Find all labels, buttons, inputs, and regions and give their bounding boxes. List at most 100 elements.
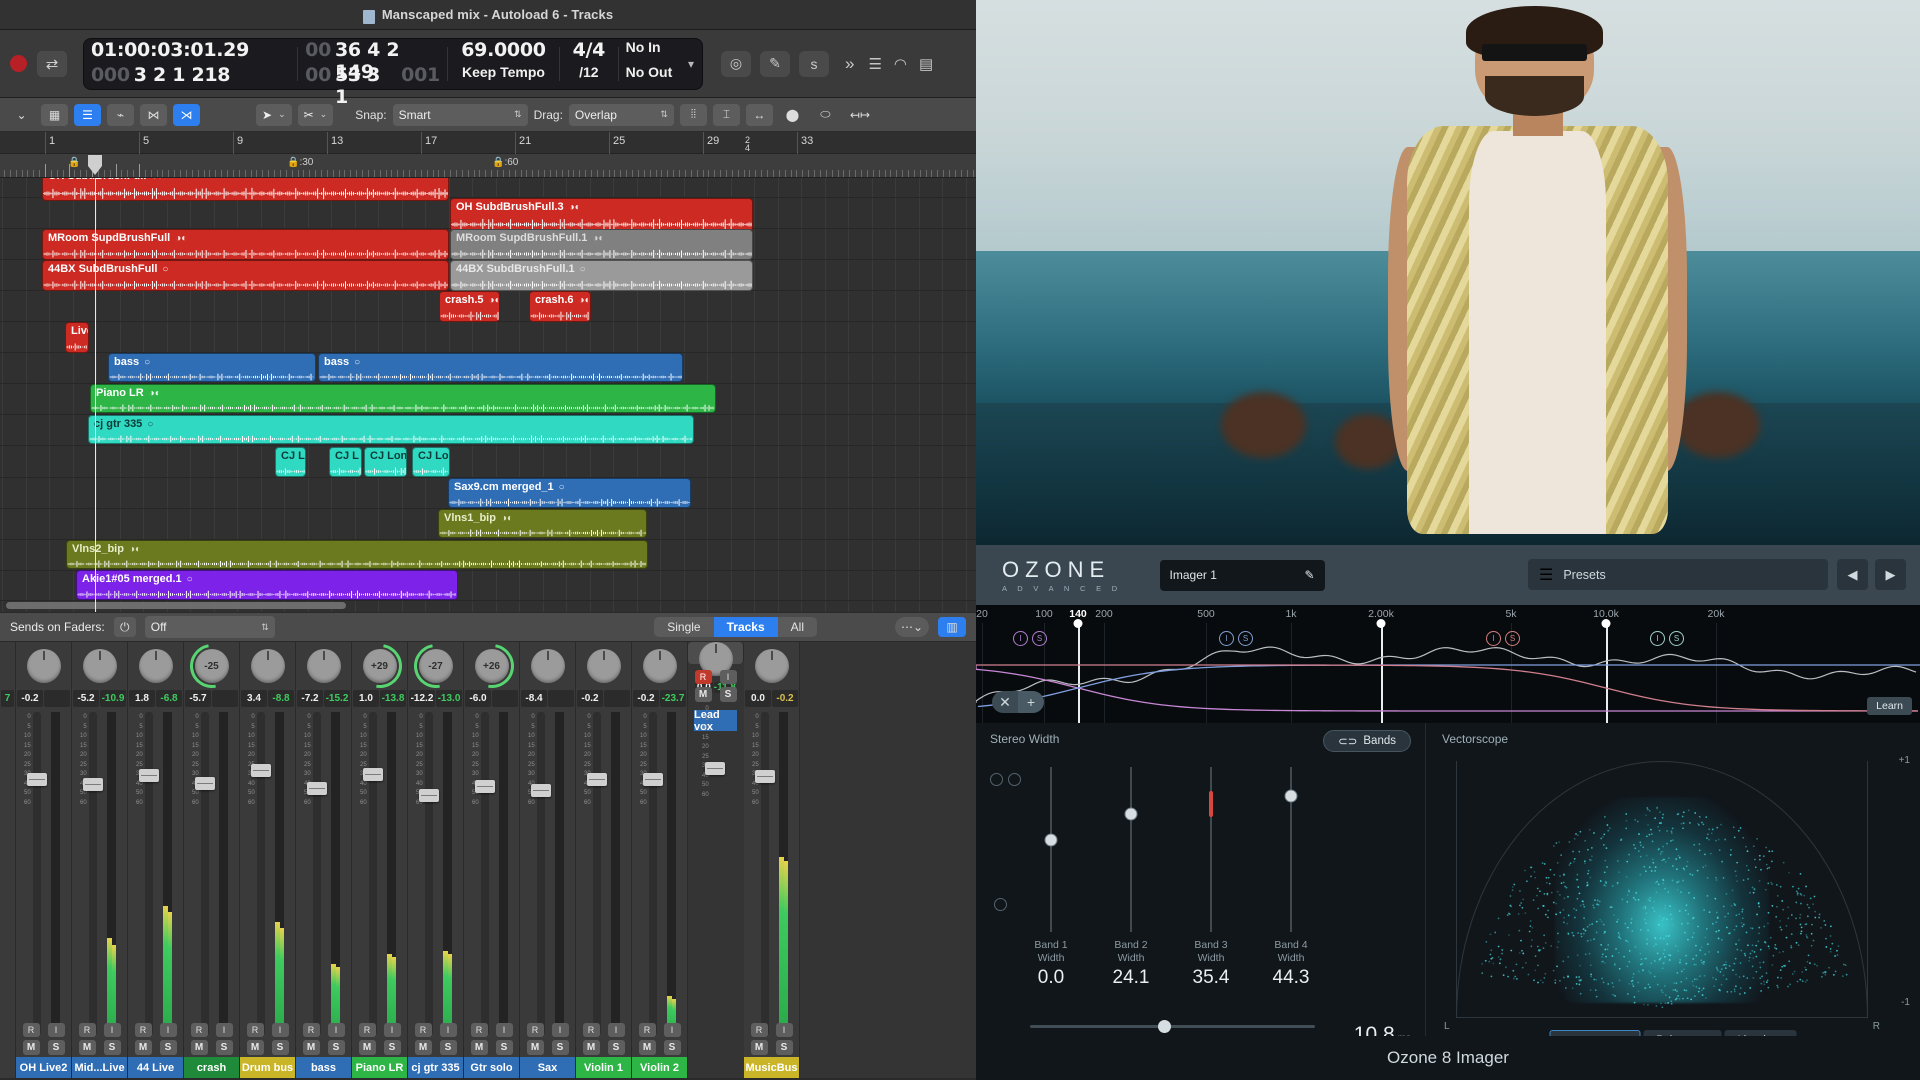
input-monitor-button[interactable]: I bbox=[103, 1022, 121, 1037]
filter-segment-tracks[interactable]: Tracks bbox=[713, 617, 778, 637]
loop-icon[interactable]: ◠ bbox=[894, 55, 907, 73]
filter-segment-all[interactable]: All bbox=[778, 617, 817, 637]
track-name[interactable]: Gtr solo bbox=[464, 1057, 519, 1078]
track-name[interactable]: Drum bus bbox=[240, 1057, 295, 1078]
pan-knob-wrap[interactable] bbox=[632, 642, 687, 690]
fader-handle[interactable] bbox=[195, 777, 215, 790]
track-name[interactable]: Piano LR bbox=[352, 1057, 407, 1078]
vectorscope-display[interactable]: L R bbox=[1444, 761, 1880, 1032]
mute-button[interactable]: M bbox=[470, 1040, 488, 1055]
band-slider-handle[interactable] bbox=[1044, 833, 1058, 847]
record-enable-button[interactable]: R bbox=[582, 1022, 600, 1037]
channel-strip[interactable]: 3.4-8.8051015202530405060RIMSDrum bus bbox=[240, 642, 296, 1078]
fader-track[interactable] bbox=[481, 712, 489, 1035]
strip-volume[interactable]: 3.4 bbox=[241, 690, 267, 707]
time-marker[interactable]: 🔒:30 bbox=[287, 157, 313, 168]
input-monitor-button[interactable]: I bbox=[775, 1022, 793, 1037]
region[interactable]: crash.5 ◑◐ bbox=[439, 291, 500, 322]
channel-strip[interactable]: 0.0-11.8051015202530405060RIMSLead vox bbox=[688, 642, 744, 798]
solo-button[interactable]: S bbox=[495, 1040, 513, 1055]
fader-zone[interactable]: 051015202530405060RIMS bbox=[184, 707, 239, 1057]
region[interactable]: bass ○ bbox=[108, 353, 316, 382]
filter-segment-single[interactable]: Single bbox=[654, 617, 713, 637]
region[interactable]: crash.6 ◑◐ bbox=[529, 291, 591, 322]
region[interactable]: MRoom SupdBrushFull.1 ◑◐ bbox=[450, 229, 753, 260]
pan-knob[interactable]: +26 bbox=[474, 649, 509, 683]
pan-knob[interactable] bbox=[26, 649, 61, 683]
channel-strip[interactable]: -7.2-15.2051015202530405060RIMSbass bbox=[296, 642, 352, 1078]
align-icon[interactable]: ⋊ bbox=[173, 103, 200, 126]
pan-knob[interactable] bbox=[306, 649, 341, 683]
strip-peak-db[interactable] bbox=[604, 690, 630, 707]
preset-prev-button[interactable]: ◀ bbox=[1837, 559, 1868, 590]
record-enable-button[interactable]: R bbox=[358, 1022, 376, 1037]
pan-knob[interactable]: -27 bbox=[418, 649, 453, 683]
pointer-tool-icon[interactable]: ➤ ⌄ bbox=[256, 103, 292, 126]
pan-knob-wrap[interactable] bbox=[128, 642, 183, 690]
notes-icon[interactable]: ▤ bbox=[919, 55, 933, 73]
track-name[interactable]: Mid...Live bbox=[72, 1057, 127, 1078]
input-monitor-button[interactable]: I bbox=[495, 1022, 513, 1037]
strip-volume[interactable]: -8.4 bbox=[521, 690, 547, 707]
scissors-tool-icon[interactable]: ✂ ⌄ bbox=[297, 103, 334, 126]
catch-icon[interactable]: ⬤ bbox=[779, 104, 806, 126]
solo-button[interactable]: S bbox=[215, 1040, 233, 1055]
ozone-spectrum[interactable]: 20 100 140 200 500 1k 2.00k 5k 10.0k 20k I S I S I S I S ✕… bbox=[976, 605, 1920, 723]
pan-knob-wrap[interactable]: +26 bbox=[460, 642, 523, 697]
input-monitor-button[interactable]: I bbox=[719, 669, 737, 684]
track-lane[interactable] bbox=[0, 447, 976, 478]
fader-handle[interactable] bbox=[755, 770, 775, 783]
mute-button[interactable]: M bbox=[750, 1040, 768, 1055]
mute-button[interactable]: M bbox=[358, 1040, 376, 1055]
arrange-area[interactable]: OH SubdBrushFull◑◐OH SubdBrushFull.3◑◐MR… bbox=[0, 178, 976, 612]
fader-zone[interactable]: 051015202530405060RIMS bbox=[128, 707, 183, 1057]
track-name[interactable]: MusicBus bbox=[744, 1057, 799, 1078]
region[interactable]: CJ Lo bbox=[412, 447, 450, 477]
ozone-module-selector[interactable]: Imager 1 ✎ bbox=[1159, 559, 1325, 591]
fader-track[interactable] bbox=[537, 712, 545, 1035]
region[interactable]: CJ L bbox=[329, 447, 362, 477]
region[interactable]: Vlns2_bip ◑◐ bbox=[66, 540, 648, 569]
toolbar-chevron-icon[interactable]: ⌄ bbox=[8, 104, 35, 126]
input-monitor-button[interactable]: I bbox=[271, 1022, 289, 1037]
playhead[interactable] bbox=[95, 178, 96, 612]
strip-peak-db[interactable]: -0.2 bbox=[772, 690, 798, 707]
solo-button[interactable]: S bbox=[663, 1040, 681, 1055]
pencil-icon[interactable]: ✎ bbox=[1304, 568, 1314, 582]
pan-knob-wrap[interactable] bbox=[16, 642, 71, 690]
region[interactable]: 44BX SubdBrushFull ○ bbox=[42, 260, 449, 291]
list-icon[interactable]: ☰ bbox=[74, 103, 101, 126]
strip-peak-db[interactable] bbox=[212, 690, 238, 707]
close-icon[interactable]: ✕ bbox=[992, 691, 1018, 713]
track-name[interactable]: OH Live2 bbox=[16, 1057, 71, 1078]
solo-button[interactable]: S bbox=[327, 1040, 345, 1055]
fader-handle[interactable] bbox=[475, 780, 495, 793]
pan-knob-wrap[interactable] bbox=[296, 642, 351, 690]
mute-button[interactable]: M bbox=[302, 1040, 320, 1055]
mute-button[interactable]: M bbox=[638, 1040, 656, 1055]
region[interactable]: 44BX SubdBrushFull.1 ○ bbox=[450, 260, 753, 291]
mute-button[interactable]: M bbox=[694, 687, 712, 702]
snap-select[interactable]: Smart ⇅ bbox=[392, 103, 528, 126]
stereoize-slider[interactable] bbox=[1030, 1020, 1315, 1033]
record-enable-button[interactable]: R bbox=[750, 1022, 768, 1037]
fader-zone[interactable]: 051015202530405060RIMS bbox=[240, 707, 295, 1057]
fader-handle[interactable] bbox=[419, 789, 439, 802]
time-marker[interactable]: 🔒:60 bbox=[492, 157, 518, 168]
band-slider-track[interactable] bbox=[1130, 767, 1132, 932]
strip-volume[interactable]: -0.2 bbox=[577, 690, 603, 707]
input-monitor-button[interactable]: I bbox=[327, 1022, 345, 1037]
track-name[interactable]: Violin 2 bbox=[632, 1057, 687, 1078]
mute-button[interactable]: M bbox=[526, 1040, 544, 1055]
region[interactable]: Live bbox=[65, 322, 89, 353]
strip-peak-db[interactable]: -13.8 bbox=[380, 690, 406, 707]
learn-button[interactable]: Learn bbox=[1867, 697, 1912, 715]
fader-handle[interactable] bbox=[139, 769, 159, 782]
pan-knob[interactable] bbox=[642, 649, 677, 683]
lcd-signature[interactable]: 4/4 /12 bbox=[560, 39, 618, 89]
fader-zone[interactable]: 051015202530405060RIMS bbox=[16, 707, 71, 1057]
band-width-value[interactable]: 0.0 bbox=[1011, 967, 1091, 989]
solo-button[interactable]: S bbox=[719, 687, 737, 702]
record-enable-button[interactable]: R bbox=[414, 1022, 432, 1037]
fit-icon[interactable]: ↔ bbox=[745, 103, 773, 126]
